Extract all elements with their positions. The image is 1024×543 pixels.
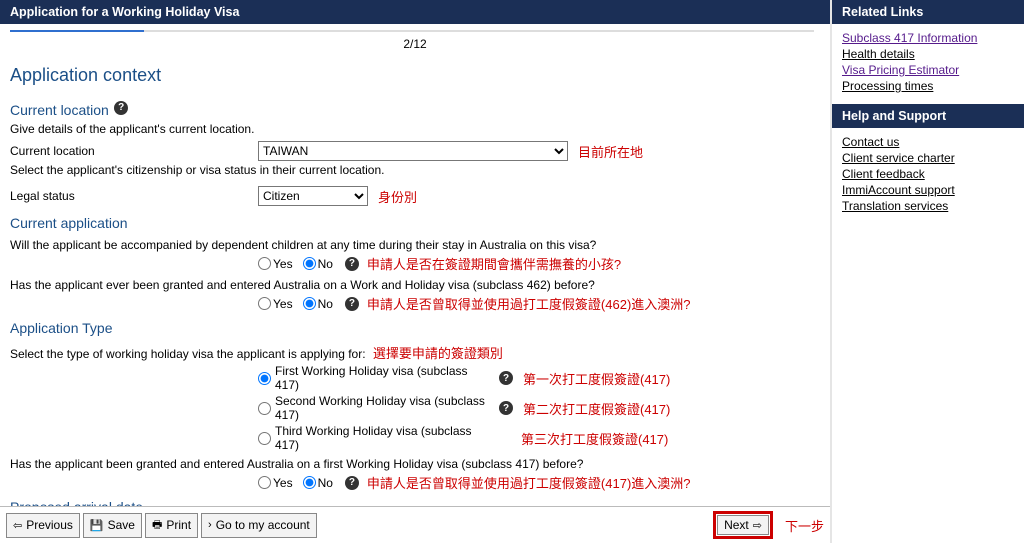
sub-current-location: Current location: [10, 102, 109, 118]
q3-no-label: No: [318, 476, 333, 490]
link-client-feedback[interactable]: Client feedback: [842, 166, 1014, 182]
page-indicator: 2/12: [10, 35, 820, 57]
chevron-right-icon: ›: [208, 519, 212, 531]
q3-no-radio[interactable]: [303, 476, 316, 489]
link-translation-services[interactable]: Translation services: [842, 198, 1014, 214]
help-icon[interactable]: ?: [499, 401, 513, 415]
arrow-right-icon: ⇨: [753, 519, 762, 532]
link-contact-us[interactable]: Contact us: [842, 134, 1014, 150]
help-icon[interactable]: ?: [114, 101, 128, 115]
help-support-header: Help and Support: [832, 104, 1024, 128]
link-health-details[interactable]: Health details: [842, 46, 1014, 62]
sub-arrival-date: Proposed arrival date: [10, 499, 143, 506]
next-button[interactable]: Next⇨: [717, 515, 769, 535]
q-subclass-462: Has the applicant ever been granted and …: [10, 274, 820, 293]
annot-next: 下一步: [785, 516, 824, 535]
radio-second-whv[interactable]: [258, 402, 271, 415]
link-processing-times[interactable]: Processing times: [842, 78, 1014, 94]
q2-yes-radio[interactable]: [258, 297, 271, 310]
footer-toolbar: ⇦Previous 💾Save 🖶Print ›Go to my account…: [0, 506, 830, 543]
annot-lead: 選擇要申請的簽證類別: [373, 346, 503, 361]
related-links-header: Related Links: [832, 0, 1024, 24]
previous-button[interactable]: ⇦Previous: [6, 513, 80, 538]
print-icon: 🖶: [152, 516, 162, 535]
save-icon: 💾: [90, 519, 104, 532]
q2-no-radio[interactable]: [303, 297, 316, 310]
legal-status-label: Legal status: [10, 189, 258, 203]
annot-opt2: 第二次打工度假簽證(417): [523, 399, 670, 418]
current-location-desc: Give details of the applicant's current …: [10, 121, 820, 140]
annot-current-location: 目前所在地: [578, 142, 643, 161]
sub-current-application: Current application: [10, 215, 128, 231]
help-icon[interactable]: ?: [345, 257, 359, 271]
q2-no-label: No: [318, 297, 333, 311]
page-header: Application for a Working Holiday Visa: [0, 0, 830, 24]
link-visa-pricing[interactable]: Visa Pricing Estimator: [842, 62, 1014, 78]
go-to-account-button[interactable]: ›Go to my account: [201, 513, 317, 538]
citizenship-help: Select the applicant's citizenship or vi…: [10, 162, 820, 181]
q1-no-label: No: [318, 257, 333, 271]
link-subclass-417[interactable]: Subclass 417 Information: [842, 30, 1014, 46]
opt3-label: Third Working Holiday visa (subclass 417…: [275, 424, 493, 452]
annot-opt3: 第三次打工度假簽證(417): [521, 429, 668, 448]
print-button[interactable]: 🖶Print: [145, 513, 198, 538]
help-icon[interactable]: ?: [499, 371, 513, 385]
radio-third-whv[interactable]: [258, 432, 271, 445]
progress-bar: [10, 30, 814, 32]
save-button[interactable]: 💾Save: [83, 513, 142, 538]
arrow-left-icon: ⇦: [13, 519, 22, 532]
q3-yes-label: Yes: [273, 476, 293, 490]
radio-first-whv[interactable]: [258, 372, 271, 385]
q2-yes-label: Yes: [273, 297, 293, 311]
annot-q2: 申請人是否曾取得並使用過打工度假簽證(462)進入澳洲?: [367, 294, 691, 313]
annot-opt1: 第一次打工度假簽證(417): [523, 369, 670, 388]
q-dependent-children: Will the applicant be accompanied by dep…: [10, 234, 820, 253]
app-type-lead: Select the type of working holiday visa …: [10, 339, 820, 363]
sub-application-type: Application Type: [10, 320, 112, 336]
current-location-select[interactable]: TAIWAN: [258, 141, 568, 161]
link-immiaccount-support[interactable]: ImmiAccount support: [842, 182, 1014, 198]
q1-no-radio[interactable]: [303, 257, 316, 270]
current-location-label: Current location: [10, 144, 258, 158]
legal-status-select[interactable]: Citizen: [258, 186, 368, 206]
opt2-label: Second Working Holiday visa (subclass 41…: [275, 394, 493, 422]
q1-yes-label: Yes: [273, 257, 293, 271]
q1-yes-radio[interactable]: [258, 257, 271, 270]
annot-q1: 申請人是否在簽證期間會攜伴需撫養的小孩?: [367, 254, 621, 273]
help-icon[interactable]: ?: [345, 297, 359, 311]
q3-yes-radio[interactable]: [258, 476, 271, 489]
link-service-charter[interactable]: Client service charter: [842, 150, 1014, 166]
annot-q3: 申請人是否曾取得並使用過打工度假簽證(417)進入澳洲?: [367, 473, 691, 492]
annot-legal-status: 身份別: [378, 187, 417, 206]
help-icon[interactable]: ?: [345, 476, 359, 490]
section-title: Application context: [10, 65, 820, 86]
opt1-label: First Working Holiday visa (subclass 417…: [275, 364, 493, 392]
q-subclass-417: Has the applicant been granted and enter…: [10, 453, 820, 472]
